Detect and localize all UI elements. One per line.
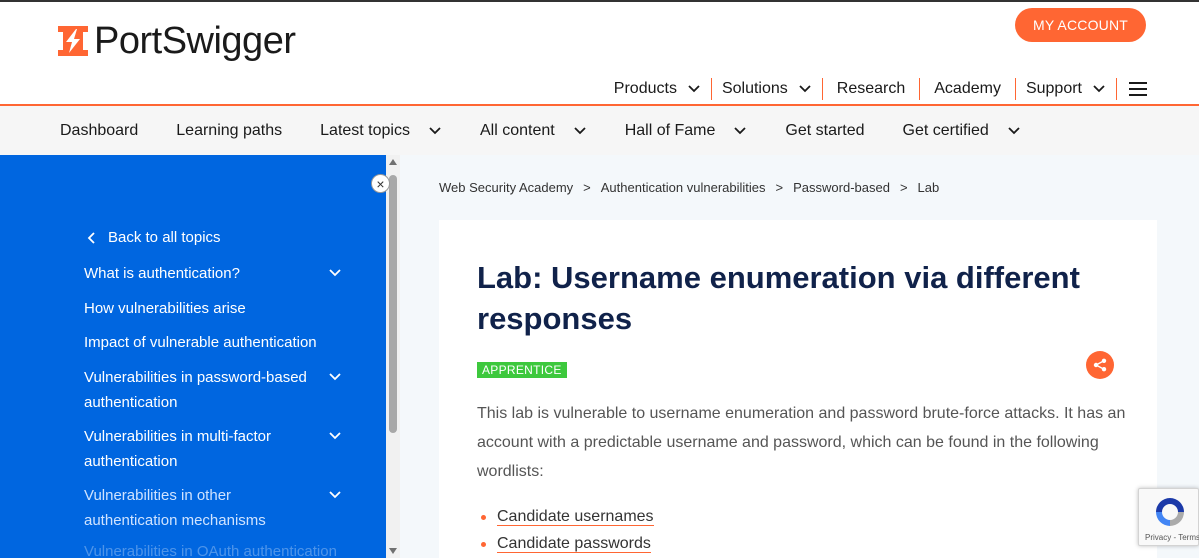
nav-products[interactable]: Products [604, 78, 712, 100]
sidebar-item-impact[interactable]: Impact of vulnerable authentication [84, 330, 344, 355]
my-account-button[interactable]: MY ACCOUNT [1015, 8, 1146, 42]
chevron-down-icon [1093, 85, 1105, 93]
portswigger-bolt-icon [58, 26, 88, 56]
sidebar-item-multi-factor[interactable]: Vulnerabilities in multi-factor authenti… [84, 424, 344, 474]
portswigger-logo[interactable]: PortSwigger [58, 20, 296, 62]
list-item[interactable]: Candidate passwords [481, 530, 654, 557]
subnav-label: Dashboard [60, 121, 139, 139]
level-badge: APPRENTICE [477, 362, 567, 378]
sidebar-item-label: Impact of vulnerable authentication [84, 334, 317, 351]
subnav-get-started[interactable]: Get started [785, 122, 864, 140]
recaptcha-badge[interactable]: Privacy - Terms [1138, 488, 1199, 546]
scroll-down-arrow-icon[interactable] [389, 548, 397, 554]
wordlist-list: Candidate usernames Candidate passwords [481, 503, 654, 557]
subnav-latest-topics[interactable]: Latest topics [320, 122, 442, 140]
scroll-up-arrow-icon[interactable] [389, 159, 397, 165]
nav-support[interactable]: Support [1016, 78, 1117, 100]
close-sidebar-button[interactable]: × [371, 174, 390, 193]
top-header: PortSwigger MY ACCOUNT Products Solution… [0, 0, 1199, 106]
subnav-label: Get certified [902, 121, 989, 139]
sidebar-item-password-based[interactable]: Vulnerabilities in password-based authen… [84, 365, 344, 415]
page-title: Lab: Username enumeration via different … [477, 260, 1080, 336]
scrollbar-thumb[interactable] [389, 175, 397, 433]
breadcrumb-item[interactable]: Web Security Academy [439, 180, 573, 195]
breadcrumb-item[interactable]: Lab [918, 180, 940, 195]
topic-sidebar: Back to all topics What is authenticatio… [0, 155, 386, 558]
recaptcha-terms-link[interactable]: Terms [1178, 533, 1199, 542]
sidebar-item-what-is-authentication[interactable]: What is authentication? [84, 261, 344, 286]
chevron-down-icon [799, 85, 811, 93]
chevron-down-icon [429, 126, 441, 134]
share-icon [1093, 358, 1107, 372]
chevron-down-icon [329, 269, 341, 277]
sidebar-scrollbar[interactable] [386, 155, 400, 558]
subnav-all-content[interactable]: All content [480, 122, 587, 140]
recaptcha-privacy-link[interactable]: Privacy [1145, 533, 1171, 542]
chevron-down-icon [329, 373, 341, 381]
list-item[interactable]: Candidate usernames [481, 503, 654, 530]
chevron-left-icon [87, 231, 95, 244]
sidebar-item-label: Vulnerabilities in multi-factor authenti… [84, 428, 272, 470]
main-nav: Products Solutions Research Academy Supp… [604, 78, 1147, 100]
logo-text: PortSwigger [94, 20, 296, 62]
lab-card: Lab: Username enumeration via different … [439, 220, 1157, 558]
subnav-label: All content [479, 121, 555, 139]
sidebar-item-label: What is authentication? [84, 265, 240, 282]
chevron-down-icon [1008, 126, 1020, 134]
share-button[interactable] [1086, 351, 1114, 379]
subnav-label: Learning paths [176, 121, 283, 139]
breadcrumb-item[interactable]: Authentication vulnerabilities [601, 180, 766, 195]
nav-label: Support [1025, 80, 1082, 97]
nav-label: Solutions [721, 80, 788, 97]
subnav-hall-of-fame[interactable]: Hall of Fame [625, 122, 748, 140]
back-label: Back to all topics [108, 229, 221, 246]
back-to-all-topics-link[interactable]: Back to all topics [86, 229, 221, 246]
nav-label: Products [613, 80, 677, 97]
nav-label: Academy [934, 80, 1001, 97]
chevron-down-icon [329, 491, 341, 499]
sidebar-item-oauth[interactable]: Vulnerabilities in OAuth authentication [84, 543, 337, 558]
breadcrumb: Web Security Academy > Authentication vu… [439, 180, 939, 195]
breadcrumb-separator: > [775, 180, 784, 195]
sidebar-item-label: Vulnerabilities in password-based authen… [84, 369, 307, 411]
lab-description: This lab is vulnerable to username enume… [477, 405, 1126, 480]
chevron-down-icon [329, 432, 341, 440]
wordlist-link[interactable]: Candidate usernames [497, 508, 654, 526]
subnav-label: Hall of Fame [624, 121, 716, 139]
nav-solutions[interactable]: Solutions [712, 78, 823, 100]
chevron-down-icon [574, 126, 586, 134]
subnav-dashboard[interactable]: Dashboard [60, 122, 138, 140]
sidebar-item-label: Vulnerabilities in other authentication … [84, 487, 266, 529]
hamburger-icon[interactable] [1129, 82, 1147, 96]
recaptcha-links: Privacy - Terms [1145, 533, 1199, 542]
academy-subnav: Dashboard Learning paths Latest topics A… [0, 106, 1199, 155]
breadcrumb-item[interactable]: Password-based [793, 180, 890, 195]
chevron-down-icon [688, 85, 700, 93]
nav-label: Research [836, 80, 906, 97]
subnav-label: Latest topics [320, 121, 410, 139]
nav-academy[interactable]: Academy [920, 78, 1016, 100]
wordlist-link[interactable]: Candidate passwords [497, 535, 651, 553]
sidebar-item-how-vulnerabilities-arise[interactable]: How vulnerabilities arise [84, 296, 344, 321]
breadcrumb-separator: > [583, 180, 591, 195]
sidebar-item-other-mechanisms[interactable]: Vulnerabilities in other authentication … [84, 483, 344, 533]
sidebar-item-label: How vulnerabilities arise [84, 300, 246, 317]
subnav-get-certified[interactable]: Get certified [903, 122, 1021, 140]
nav-research[interactable]: Research [823, 78, 921, 100]
subnav-label: Get started [785, 121, 865, 139]
recaptcha-icon [1156, 498, 1184, 526]
subnav-learning-paths[interactable]: Learning paths [176, 122, 282, 140]
breadcrumb-separator: > [899, 180, 908, 195]
chevron-down-icon [734, 126, 747, 134]
